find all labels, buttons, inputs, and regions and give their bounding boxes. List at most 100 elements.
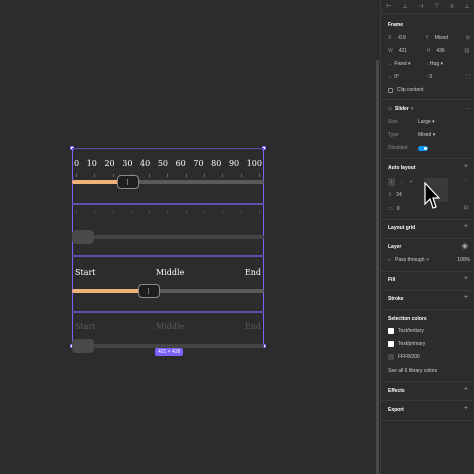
slider-labels-active[interactable]: Start Middle End xyxy=(72,256,264,312)
selection-color-item[interactable]: Text/tertiary xyxy=(388,328,470,334)
tick-mark xyxy=(112,174,114,177)
color-swatch[interactable] xyxy=(388,341,394,347)
direction-wrap-icon[interactable]: ↵ xyxy=(408,178,416,186)
tick-mark xyxy=(240,174,242,177)
canvas-scrollbar[interactable] xyxy=(376,60,379,474)
label-start: Start xyxy=(75,322,96,331)
more-options-icon[interactable]: ⋯ xyxy=(465,106,470,112)
export-title: Export xyxy=(388,407,404,413)
h-label: H xyxy=(426,48,431,54)
tick-mark xyxy=(149,211,151,214)
label-start: Start xyxy=(75,268,96,277)
slider-thumb[interactable] xyxy=(138,284,160,298)
slider-labels-disabled: Start Middle End xyxy=(72,312,264,353)
opacity-input[interactable]: 100% xyxy=(457,257,470,263)
height-mode-select[interactable]: ↕ Hug ▾ xyxy=(426,61,443,67)
tick-mark xyxy=(222,211,224,214)
w-label: W xyxy=(388,48,393,54)
width-mode-select[interactable]: ↔ Fixed ▾ xyxy=(388,61,426,67)
number-label: 10 xyxy=(86,159,97,168)
component-name[interactable]: Slider xyxy=(395,106,409,112)
type-prop-label: Type xyxy=(388,132,399,138)
number-label: 70 xyxy=(193,159,204,168)
y-label: Y xyxy=(425,35,429,41)
slider-numbers-active[interactable]: 0 10 20 30 40 50 60 70 80 90 100 xyxy=(72,148,264,204)
add-export-icon[interactable]: + xyxy=(464,405,468,412)
tick-mark xyxy=(185,211,187,214)
add-effect-icon[interactable]: + xyxy=(464,386,468,393)
x-input[interactable]: -0.5 xyxy=(397,35,425,41)
size-badge: 421 × 436 xyxy=(155,348,184,356)
radius-input[interactable]: ◜ 0 xyxy=(426,74,432,80)
number-labels: 0 10 20 30 40 50 60 70 80 90 100 xyxy=(72,159,264,168)
layout-grid-title: Layout grid xyxy=(388,225,416,231)
independent-padding-icon[interactable]: ⊡ xyxy=(464,205,468,211)
gap-icon: ⇕ xyxy=(388,192,393,198)
visibility-icon[interactable]: ◉ xyxy=(462,242,468,250)
add-stroke-icon[interactable]: + xyxy=(464,294,468,301)
effects-title: Effects xyxy=(388,388,405,394)
tick-mark xyxy=(76,211,77,214)
slider-track xyxy=(72,235,264,239)
remove-auto-layout-icon[interactable]: + xyxy=(464,163,468,170)
disabled-toggle[interactable] xyxy=(418,145,428,151)
h-input[interactable]: 436 xyxy=(436,48,444,54)
tick-mark xyxy=(222,174,224,177)
tick-marks xyxy=(76,174,260,178)
size-prop-select[interactable]: Large ▾ xyxy=(418,119,435,125)
corner-radius-icon[interactable]: ⛶ xyxy=(466,74,470,80)
rotation-input[interactable]: ∟ 0° xyxy=(388,74,426,80)
auto-layout-settings-icon[interactable]: ⋯ xyxy=(463,178,468,184)
align-center-icon[interactable]: ⊥ xyxy=(402,3,407,10)
add-fill-icon[interactable]: + xyxy=(464,275,468,282)
component-instance-icon: ◇ xyxy=(388,106,392,112)
align-right-icon[interactable]: ⊣ xyxy=(418,3,423,10)
chevron-down-icon[interactable]: ▾ xyxy=(411,106,414,112)
constraints-icon[interactable]: ⊞ xyxy=(466,35,470,41)
slider-track[interactable] xyxy=(72,180,264,184)
color-name: Text/primary xyxy=(398,341,426,347)
tick-mark xyxy=(258,211,260,214)
design-canvas[interactable]: 0 10 20 30 40 50 60 70 80 90 100 Start Middle End … xyxy=(0,0,380,474)
y-input[interactable]: Mixed xyxy=(435,35,448,41)
color-name: FFF8/200 xyxy=(398,354,420,360)
see-all-colors-link[interactable]: See all 6 library colors xyxy=(388,368,437,374)
size-prop-label: Size xyxy=(388,119,398,125)
disabled-prop-label: Disabled xyxy=(388,145,408,151)
selection-color-item[interactable]: FFF8/200 xyxy=(388,354,470,360)
align-top-icon[interactable]: ⊤ xyxy=(434,3,439,10)
tick-mark xyxy=(167,174,169,177)
type-prop-select[interactable]: Mixed ▾ xyxy=(418,132,435,138)
w-input[interactable]: 421 xyxy=(399,48,427,54)
padding-input[interactable]: 0 xyxy=(397,206,400,212)
label-end: End xyxy=(244,322,261,331)
tick-mark xyxy=(204,174,206,177)
clip-content-label: Clip content xyxy=(397,87,424,93)
number-label: 0 xyxy=(74,159,80,168)
number-label: 90 xyxy=(228,159,240,168)
add-layout-grid-icon[interactable]: + xyxy=(464,223,468,230)
tick-marks xyxy=(76,211,260,215)
direction-horizontal-icon[interactable]: → xyxy=(397,178,406,186)
align-middle-icon[interactable]: ≡ xyxy=(450,4,454,10)
blend-mode-select[interactable]: Pass through xyxy=(395,257,424,263)
clip-content-checkbox[interactable] xyxy=(388,87,393,93)
selection-color-item[interactable]: Text/primary xyxy=(388,341,470,347)
tick-mark xyxy=(130,211,132,214)
color-swatch[interactable] xyxy=(388,328,394,334)
gap-input[interactable]: 24 xyxy=(396,192,402,198)
direction-vertical-icon[interactable]: ↓ xyxy=(388,178,395,186)
layer-title: Layer xyxy=(388,244,402,250)
slider-thumb[interactable] xyxy=(117,175,139,189)
color-swatch[interactable] xyxy=(388,354,394,360)
chevron-down-icon[interactable]: ▾ xyxy=(427,257,430,263)
padding-icon: ▭ xyxy=(388,206,393,212)
number-label: 80 xyxy=(211,159,222,168)
lock-ratio-icon[interactable]: ⛓ xyxy=(464,48,470,54)
align-bottom-icon[interactable]: ⊥ xyxy=(464,3,469,10)
align-left-icon[interactable]: ⊢ xyxy=(386,3,391,10)
label-middle: Middle xyxy=(156,268,185,277)
tick-mark xyxy=(112,211,114,214)
tick-mark xyxy=(94,174,96,177)
slider-track[interactable] xyxy=(72,289,264,293)
